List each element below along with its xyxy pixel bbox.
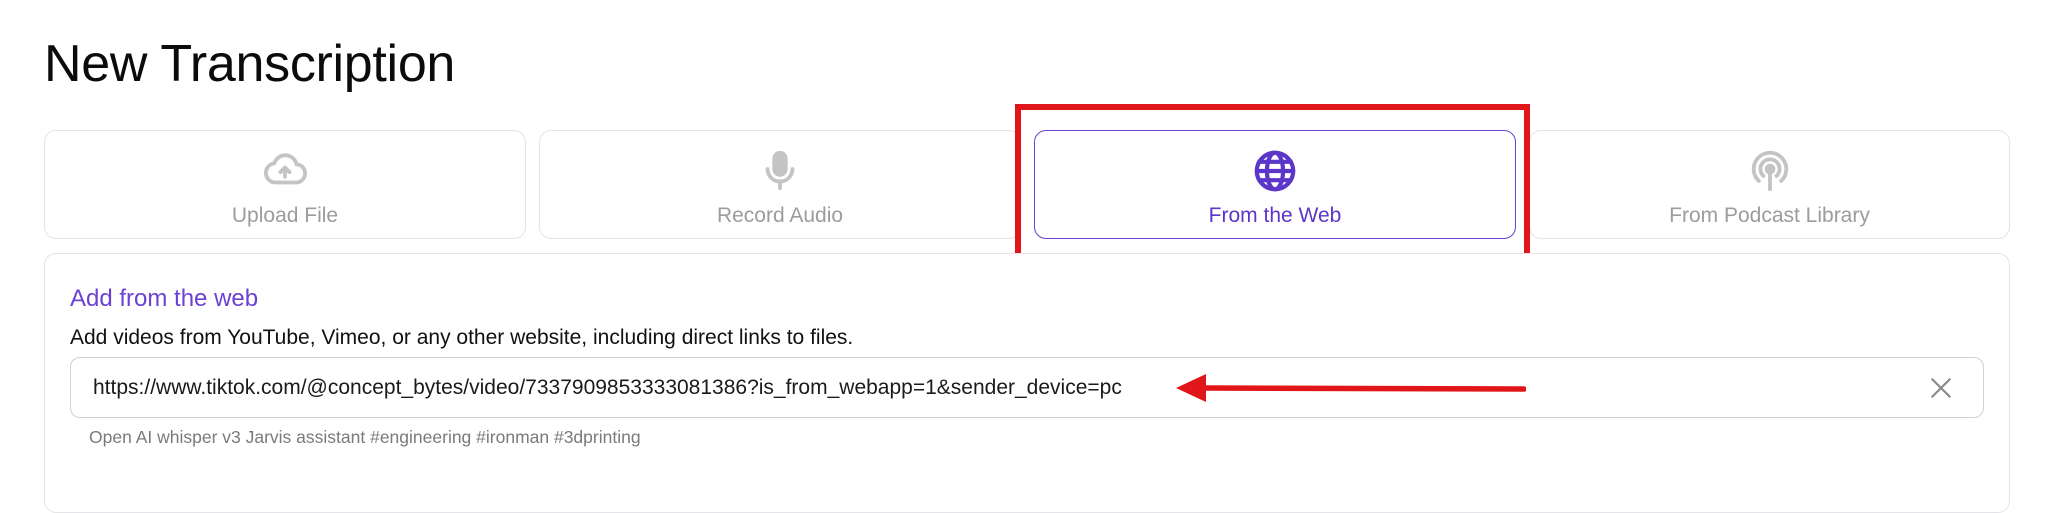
tab-from-podcast-library[interactable]: From Podcast Library: [1529, 130, 2010, 239]
url-input[interactable]: [93, 375, 1193, 400]
cloud-upload-icon: [261, 147, 309, 195]
url-field: [70, 357, 1984, 418]
tab-label: From Podcast Library: [1669, 204, 1870, 227]
globe-icon: [1251, 147, 1299, 195]
page-title: New Transcription: [44, 35, 456, 93]
clear-button[interactable]: [1925, 372, 1957, 404]
video-title-hint: Open AI whisper v3 Jarvis assistant #eng…: [89, 427, 641, 447]
close-icon: [1931, 378, 1951, 398]
web-import-panel: Add from the web Add videos from YouTube…: [44, 253, 2010, 513]
tab-from-the-web[interactable]: From the Web: [1034, 130, 1516, 239]
panel-title: Add from the web: [70, 285, 259, 312]
tab-label: Record Audio: [716, 204, 844, 227]
podcast-icon: [1746, 147, 1794, 195]
tab-record-audio[interactable]: Record Audio: [539, 130, 1021, 239]
panel-description: Add videos from YouTube, Vimeo, or any o…: [70, 326, 854, 349]
tab-upload-file[interactable]: Upload File: [44, 130, 526, 239]
microphone-icon: [756, 147, 804, 195]
tab-label: Upload File: [231, 204, 339, 227]
tab-label: From the Web: [1208, 204, 1342, 227]
